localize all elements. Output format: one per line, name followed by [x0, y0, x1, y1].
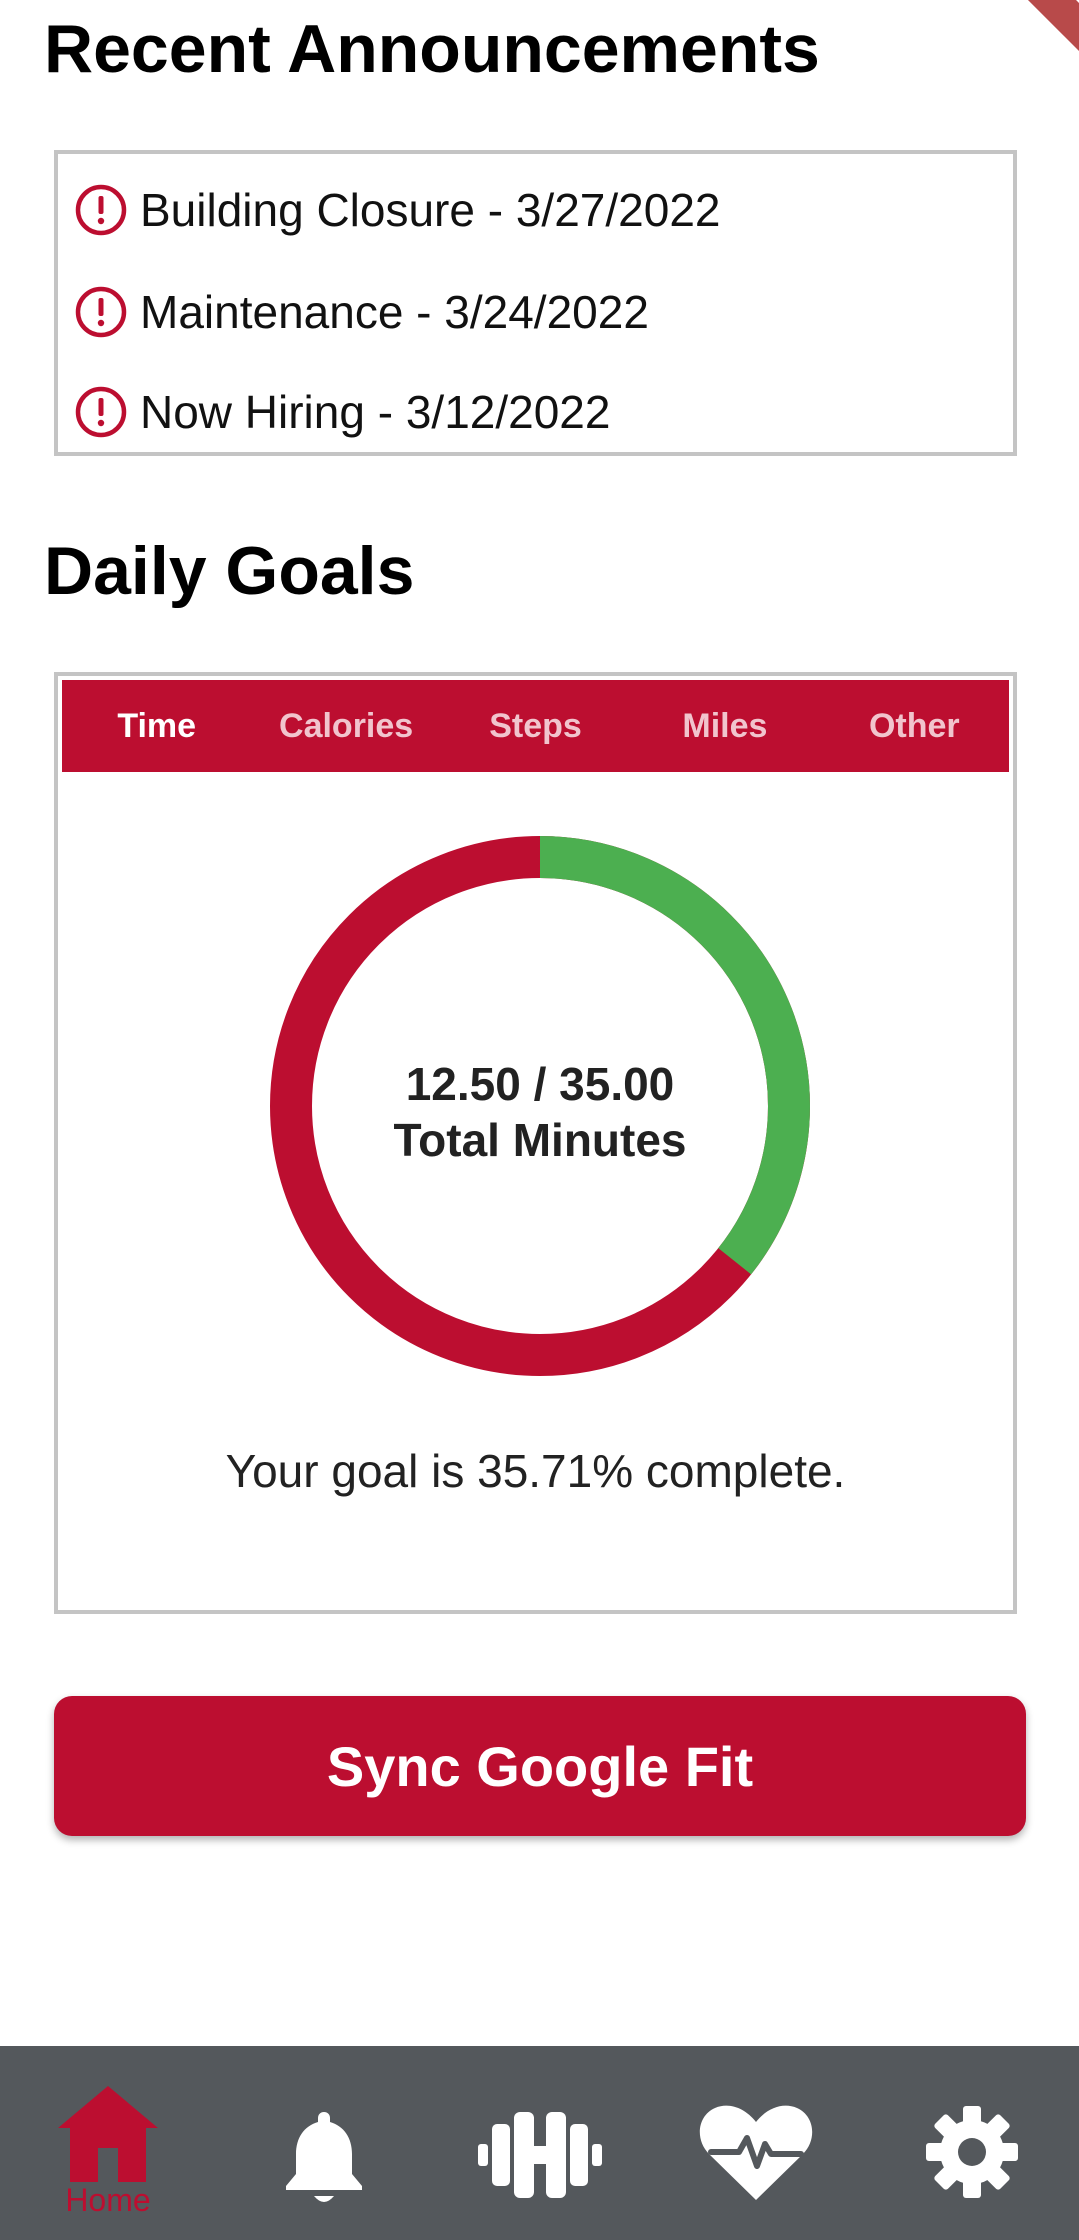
alert-circle-icon: [74, 385, 128, 439]
progress-value: 12.50 / 35.00: [405, 1058, 675, 1110]
daily-goals-title: Daily Goals: [44, 533, 415, 609]
nav-item-home[interactable]: Home: [28, 2046, 188, 2240]
announcement-text: Now Hiring - 3/12/2022: [140, 386, 611, 438]
goal-complete-text: Your goal is 35.71% complete.: [225, 1445, 846, 1497]
bell-icon: [286, 2112, 362, 2202]
tab-other[interactable]: Other: [820, 680, 1009, 772]
daily-goals-card: Time Calories Steps Miles Other 12.50 / …: [54, 672, 1017, 1614]
goal-tabs: Time Calories Steps Miles Other: [62, 680, 1009, 772]
nav-label-home: Home: [65, 2182, 151, 2218]
tab-steps[interactable]: Steps: [441, 680, 630, 772]
nav-item-settings[interactable]: [892, 2046, 1052, 2240]
tab-miles[interactable]: Miles: [630, 680, 819, 772]
heart-pulse-icon: [699, 2105, 813, 2200]
nav-item-notifications[interactable]: [244, 2046, 404, 2240]
bottom-nav: Home: [0, 2046, 1079, 2240]
home-icon: [58, 2086, 158, 2182]
debug-banner: [1019, 0, 1079, 60]
announcements-list: Building Closure - 3/27/2022 Maintenance…: [54, 150, 1017, 456]
dumbbell-icon: [478, 2112, 602, 2198]
announcement-item[interactable]: Maintenance - 3/24/2022: [74, 282, 649, 342]
nav-item-workouts[interactable]: [460, 2046, 620, 2240]
announcements-title: Recent Announcements: [44, 11, 820, 87]
nav-item-health[interactable]: [676, 2046, 836, 2240]
announcement-text: Building Closure - 3/27/2022: [140, 184, 721, 236]
tab-time[interactable]: Time: [62, 680, 251, 772]
alert-circle-icon: [74, 285, 128, 339]
alert-circle-icon: [74, 183, 128, 237]
announcement-item[interactable]: Building Closure - 3/27/2022: [74, 180, 720, 240]
gear-icon: [926, 2106, 1018, 2198]
progress-ring-label: 12.50 / 35.00 Total Minutes: [270, 1056, 810, 1168]
announcement-text: Maintenance - 3/24/2022: [140, 286, 649, 338]
progress-unit: Total Minutes: [393, 1114, 687, 1166]
tab-calories[interactable]: Calories: [251, 680, 440, 772]
sync-google-fit-button[interactable]: Sync Google Fit: [54, 1696, 1026, 1836]
announcement-item[interactable]: Now Hiring - 3/12/2022: [74, 382, 610, 442]
